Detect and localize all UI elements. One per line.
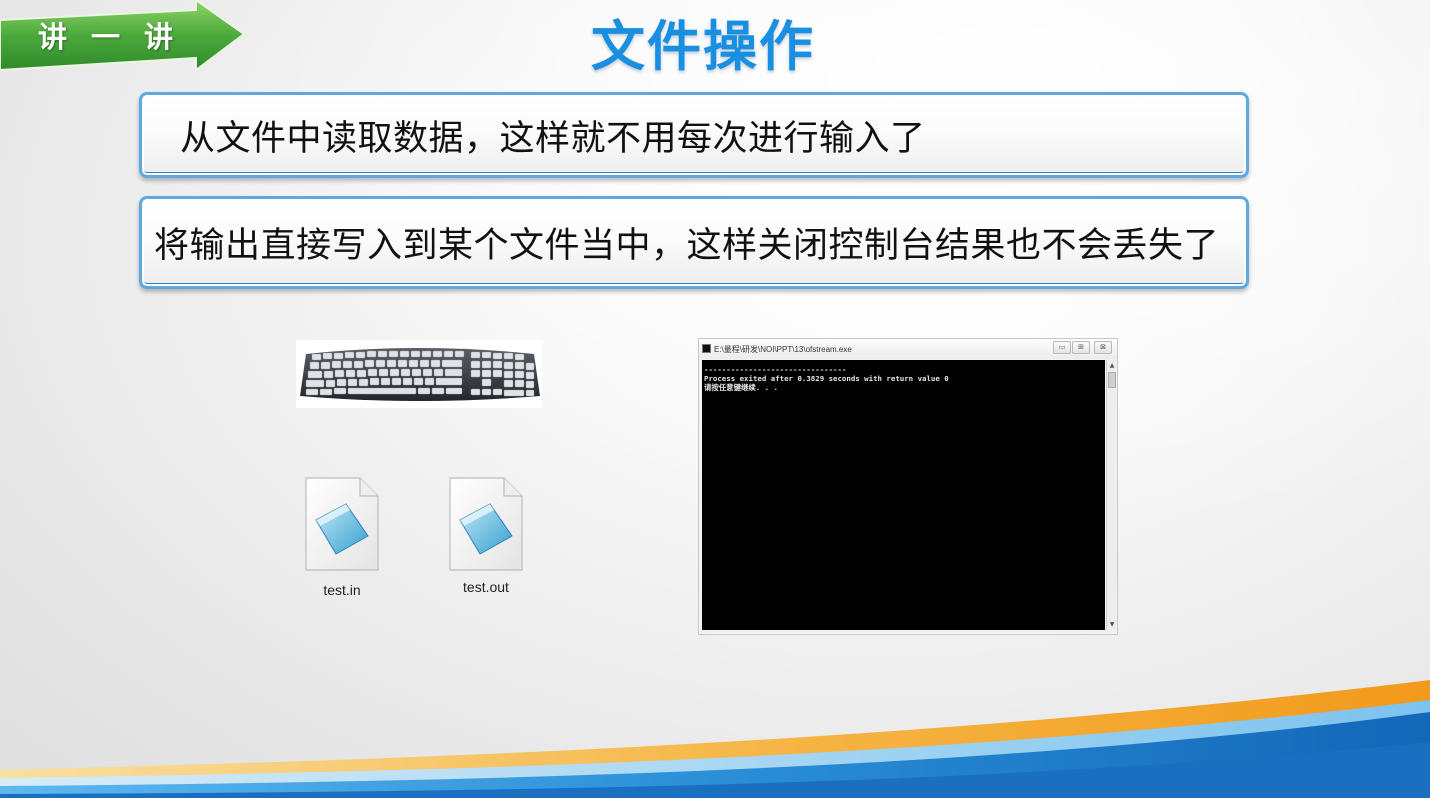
bullet-text: 从文件中读取数据，这样就不用每次进行输入了 (180, 118, 926, 159)
scroll-down-icon[interactable]: ▼ (1108, 620, 1116, 629)
notepad-file-icon (449, 477, 523, 571)
bullet-write-to-file: 将输出直接写入到某个文件当中，这样关闭控制台结果也不会丢失了 (139, 196, 1249, 289)
console-line: 请按任意键继续. . . (704, 383, 778, 392)
console-app-icon (702, 344, 711, 353)
console-line: Process exited after 0.3829 seconds with… (704, 374, 949, 383)
file-name: test.out (463, 579, 509, 595)
console-line: -------------------------------- (704, 365, 847, 374)
minimize-button[interactable]: ▭ (1053, 341, 1071, 354)
file-name: test.in (323, 582, 361, 598)
file-test-in[interactable]: test.in (296, 474, 388, 599)
console-scrollbar[interactable]: ▲ ▼ (1106, 360, 1116, 630)
scroll-up-icon[interactable]: ▲ (1108, 361, 1116, 370)
console-titlebar[interactable]: E:\量程\研发\NOI\PPT\13\ofstream.exe ▭ ⊞ ⊠ (699, 339, 1117, 359)
scroll-thumb[interactable] (1108, 372, 1116, 388)
bullet-read-from-file: 从文件中读取数据，这样就不用每次进行输入了 (139, 92, 1249, 178)
console-window[interactable]: E:\量程\研发\NOI\PPT\13\ofstream.exe ▭ ⊞ ⊠ -… (698, 338, 1118, 635)
notepad-file-icon (305, 477, 379, 571)
close-button[interactable]: ⊠ (1094, 341, 1112, 354)
page-title: 文件操作 (591, 15, 815, 78)
console-title: E:\量程\研发\NOI\PPT\13\ofstream.exe (714, 345, 852, 354)
file-test-out[interactable]: test.out (440, 474, 532, 599)
keyboard-icon (296, 340, 542, 408)
console-output[interactable]: -------------------------------- Process… (702, 360, 1105, 630)
maximize-button[interactable]: ⊞ (1072, 341, 1090, 354)
bullet-text: 将输出直接写入到某个文件当中，这样关闭控制台结果也不会丢失了 (154, 226, 1220, 266)
